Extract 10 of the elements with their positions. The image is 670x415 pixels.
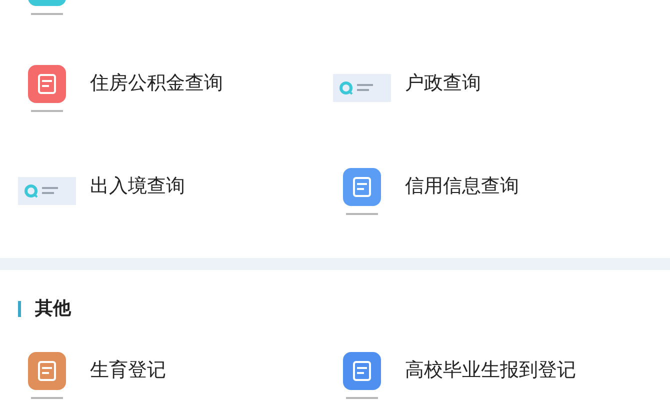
service-title[interactable]: 生育登记 [90,357,166,383]
service-title[interactable]: 高校毕业生报到登记 [405,357,576,383]
section-title: 其他 [35,297,71,321]
service-title[interactable]: 住房公积金查询 [90,70,223,96]
search-banner-icon [18,177,76,205]
search-banner-icon [333,74,391,102]
service-title[interactable]: 信用信息查询 [405,173,519,199]
app-icon [28,0,68,18]
service-title[interactable]: 出入境查询 [90,173,185,199]
service-title[interactable]: 户政查询 [405,70,481,96]
